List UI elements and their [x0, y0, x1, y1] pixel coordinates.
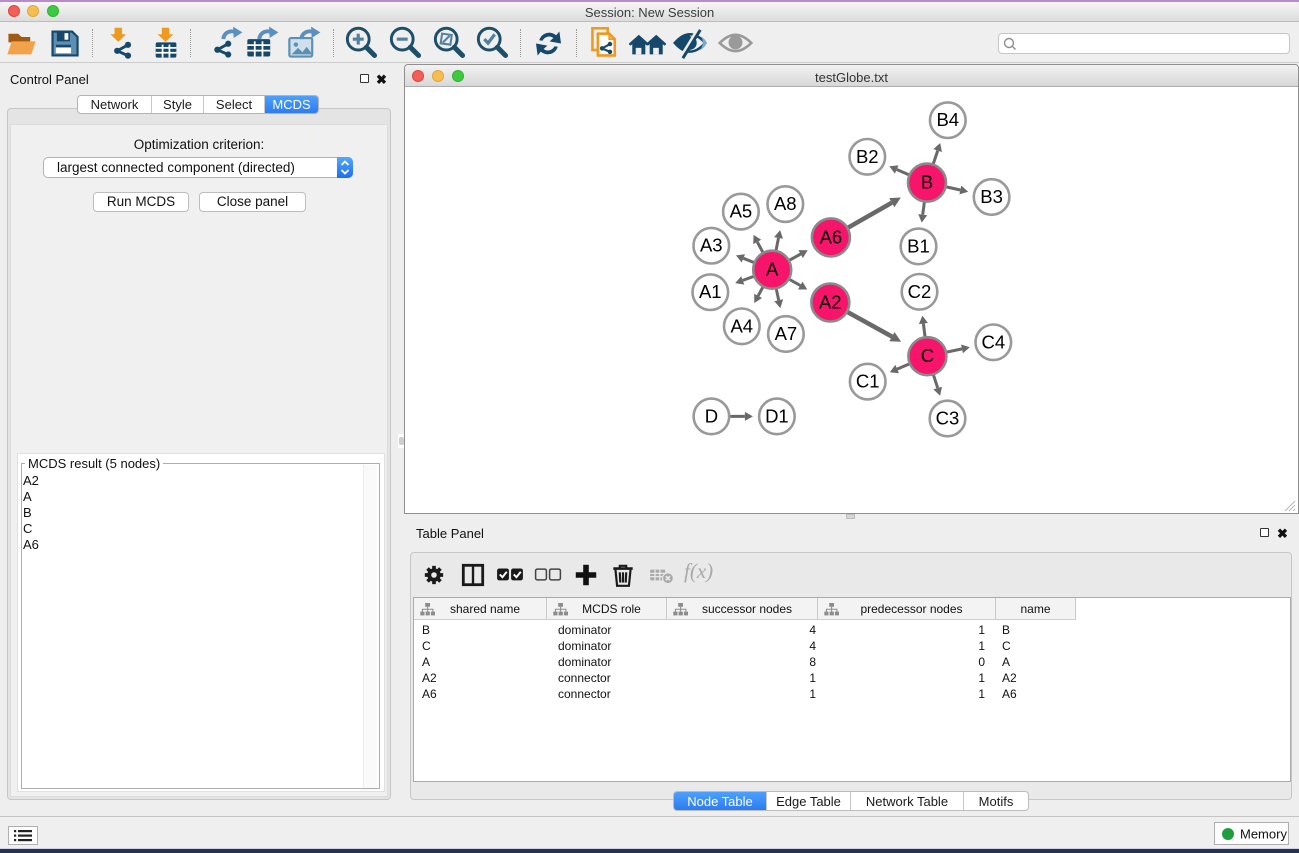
svg-text:A1: A1	[699, 281, 722, 302]
svg-text:A8: A8	[774, 193, 797, 214]
svg-text:A7: A7	[775, 323, 798, 344]
svg-text:C4: C4	[981, 331, 1005, 352]
svg-text:C: C	[921, 345, 934, 366]
svg-text:C1: C1	[856, 371, 880, 392]
svg-text:D1: D1	[765, 405, 789, 426]
svg-text:B3: B3	[980, 186, 1003, 207]
svg-text:A6: A6	[820, 226, 843, 247]
svg-text:A: A	[766, 259, 779, 280]
svg-text:B1: B1	[907, 235, 930, 256]
svg-text:B4: B4	[936, 109, 959, 130]
svg-text:B: B	[921, 172, 933, 193]
svg-text:D: D	[705, 405, 718, 426]
svg-text:C3: C3	[936, 408, 960, 429]
svg-text:A5: A5	[730, 201, 753, 222]
svg-text:A2: A2	[819, 292, 842, 313]
svg-text:B2: B2	[856, 146, 879, 167]
svg-text:A4: A4	[730, 315, 753, 336]
svg-text:A3: A3	[700, 235, 723, 256]
svg-text:Memory: Memory	[1240, 827, 1287, 842]
svg-text:C2: C2	[908, 281, 932, 302]
